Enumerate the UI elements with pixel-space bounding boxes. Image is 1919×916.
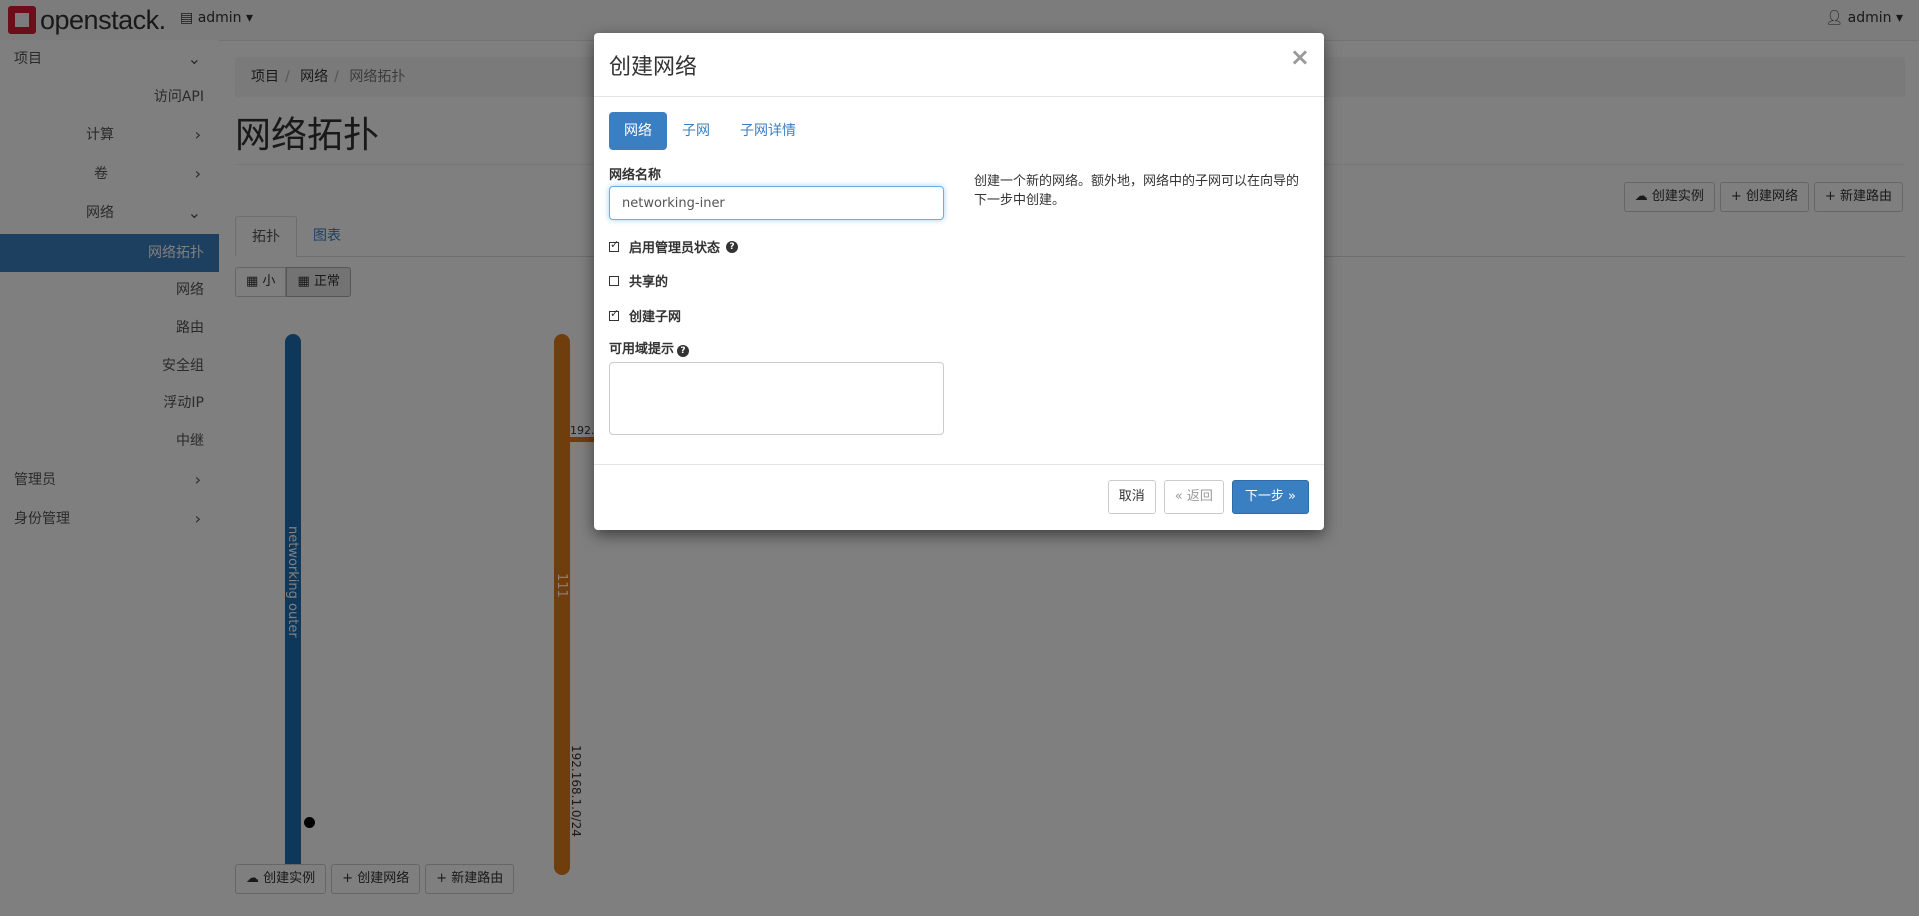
close-icon[interactable]: ×: [1290, 43, 1310, 71]
admin-state-checkbox[interactable]: [609, 238, 619, 252]
az-hint-label-text: 可用域提示: [609, 342, 675, 357]
modal-header: 创建网络 ×: [594, 33, 1324, 97]
wizard-tab-subnet-details[interactable]: 子网详情: [725, 112, 811, 150]
footer-button-group: 取消 « 返回 下一步 »: [1107, 480, 1309, 514]
question-circle-icon[interactable]: ?: [726, 240, 739, 253]
cancel-button[interactable]: 取消: [1107, 480, 1156, 514]
question-circle-icon[interactable]: ?: [677, 345, 690, 357]
network-name-label: 网络名称: [609, 168, 662, 183]
modal-title: 创建网络: [609, 55, 698, 80]
admin-state-label: 启用管理员状态: [629, 241, 721, 256]
button-label: 返回: [1186, 489, 1213, 504]
network-name-input[interactable]: [609, 186, 944, 220]
button-label: 下一步: [1244, 489, 1284, 504]
create-network-modal: 创建网络 × 网络 子网 子网详情 网络名称 启用管理员状态 ? 共享的 创建子…: [594, 33, 1324, 530]
wizard-tab-subnet[interactable]: 子网: [667, 112, 725, 150]
back-button[interactable]: « 返回: [1163, 480, 1224, 514]
availability-zone-hints-label: 可用域提示?: [609, 338, 690, 357]
availability-zone-hints-select[interactable]: [609, 362, 944, 435]
create-subnet-checkbox-row[interactable]: 创建子网: [609, 306, 681, 325]
modal-footer: 取消 « 返回 下一步 »: [594, 464, 1324, 531]
admin-state-checkbox-row[interactable]: 启用管理员状态 ?: [609, 237, 739, 256]
help-text: 创建一个新的网络。额外地，网络中的子网可以在向导的下一步中创建。: [974, 174, 1300, 208]
create-subnet-label: 创建子网: [629, 310, 682, 325]
create-subnet-checkbox[interactable]: [609, 307, 619, 321]
wizard-tabs: 网络 子网 子网详情: [609, 112, 811, 150]
shared-label: 共享的: [629, 275, 669, 290]
shared-checkbox-row[interactable]: 共享的: [609, 271, 668, 290]
next-button[interactable]: 下一步 »: [1231, 480, 1309, 514]
wizard-tab-network[interactable]: 网络: [609, 112, 667, 150]
shared-checkbox[interactable]: [609, 275, 619, 286]
